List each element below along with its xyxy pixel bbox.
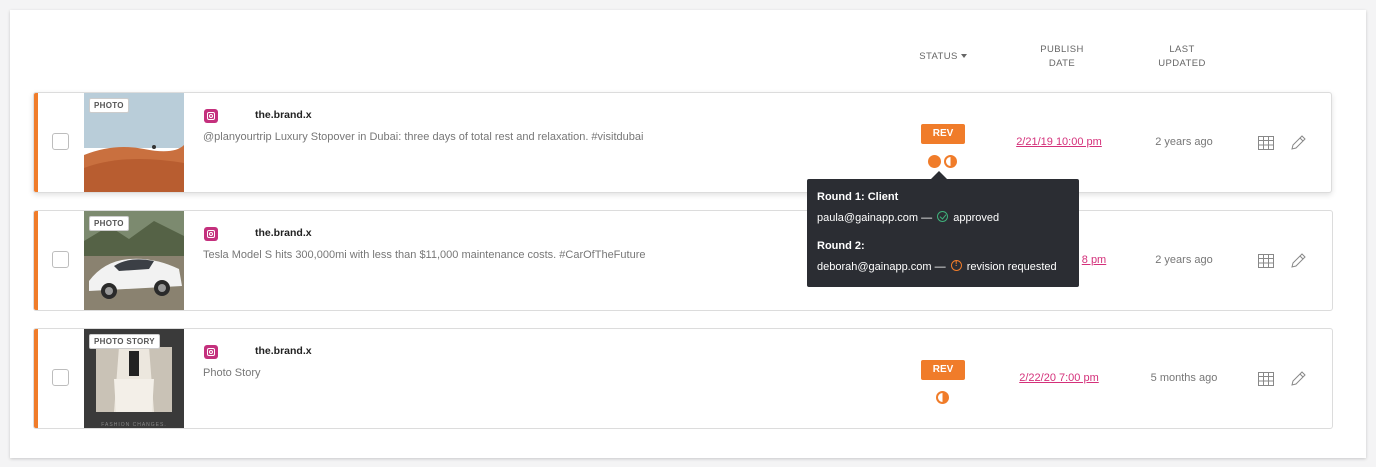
round1-status: approved [953, 212, 1000, 224]
round2-status: revision requested [966, 261, 1057, 273]
publish-date-column-header: PUBLISH DATE [1022, 43, 1102, 71]
round1-separator: — [921, 212, 933, 224]
instagram-icon [204, 345, 218, 359]
brand-name: the.brand.x [255, 109, 312, 121]
media-type-badge: PHOTO STORY [89, 334, 160, 349]
last-updated: 2 years ago [1155, 136, 1213, 148]
publish-header-line1: PUBLISH [1040, 44, 1084, 55]
pencil-edit-icon[interactable] [1289, 134, 1307, 152]
post-row[interactable]: PHOTO the.brand.x Tesla Model S hits 300… [33, 210, 1333, 311]
round-half-icon[interactable] [944, 155, 957, 168]
table-grid-icon[interactable] [1258, 136, 1274, 150]
approval-tooltip: Round 1: Client paula@gainapp.com — appr… [807, 179, 1079, 287]
row-checkbox[interactable] [52, 133, 69, 150]
post-caption: Photo Story [203, 367, 261, 379]
round1-detail: paula@gainapp.com — approved [817, 211, 1069, 224]
round-half-icon[interactable] [936, 391, 949, 404]
status-color-bar [34, 329, 38, 428]
round2-email: deborah@gainapp.com [817, 261, 932, 273]
round2-separator: — [934, 261, 946, 273]
pencil-edit-icon[interactable] [1289, 370, 1307, 388]
post-caption: Tesla Model S hits 300,000mi with less t… [203, 249, 646, 261]
status-color-bar [34, 93, 38, 192]
media-type-badge: PHOTO [89, 216, 129, 231]
row-checkbox[interactable] [52, 251, 69, 268]
round1-title: Round 1: Client [817, 191, 899, 203]
round-complete-icon[interactable] [928, 155, 941, 168]
table-grid-icon[interactable] [1258, 254, 1274, 268]
post-row[interactable]: PHOTO the.brand.x @planyourtrip Luxury S… [33, 92, 1332, 193]
last-updated-column-header: LAST UPDATED [1142, 43, 1222, 71]
caret-down-icon [960, 54, 967, 59]
updated-header-line1: LAST [1169, 44, 1195, 55]
instagram-icon [204, 109, 218, 123]
table-grid-icon[interactable] [1258, 372, 1274, 386]
post-row[interactable]: PHOTO STORY FASHION CHANGES. the.brand.x… [33, 328, 1333, 429]
post-thumbnail[interactable]: PHOTO [84, 93, 184, 192]
status-badge[interactable]: REV [921, 360, 965, 380]
status-color-bar [34, 211, 38, 310]
status-column-header[interactable]: STATUS [900, 50, 986, 64]
post-caption: @planyourtrip Luxury Stopover in Dubai: … [203, 131, 644, 143]
row-checkbox[interactable] [52, 369, 69, 386]
media-type-badge: PHOTO [89, 98, 129, 113]
round1-email: paula@gainapp.com [817, 212, 919, 224]
pencil-edit-icon[interactable] [1289, 252, 1307, 270]
brand-name: the.brand.x [255, 227, 312, 239]
thumbnail-caption: FASHION CHANGES. [101, 422, 167, 428]
post-thumbnail[interactable]: PHOTO [84, 211, 184, 310]
updated-header-line2: UPDATED [1158, 58, 1206, 69]
warning-circle-icon [950, 259, 962, 271]
round2-title: Round 2: [817, 240, 865, 252]
last-updated: 2 years ago [1155, 254, 1213, 266]
publish-date-link[interactable]: 2/22/20 7:00 pm [1004, 372, 1114, 384]
instagram-icon [204, 227, 218, 241]
round2-detail: deborah@gainapp.com — revision requested [817, 259, 1069, 273]
last-updated: 5 months ago [1150, 372, 1218, 384]
status-header-label: STATUS [919, 51, 958, 62]
publish-header-line2: DATE [1048, 58, 1076, 69]
brand-name: the.brand.x [255, 345, 312, 357]
publish-date-link[interactable]: 2/21/19 10:00 pm [1004, 136, 1114, 148]
post-thumbnail[interactable]: PHOTO STORY FASHION CHANGES. [84, 329, 184, 428]
status-badge[interactable]: REV [921, 124, 965, 144]
check-circle-icon [937, 211, 949, 222]
publish-date-link[interactable]: 8 pm [1074, 254, 1114, 266]
